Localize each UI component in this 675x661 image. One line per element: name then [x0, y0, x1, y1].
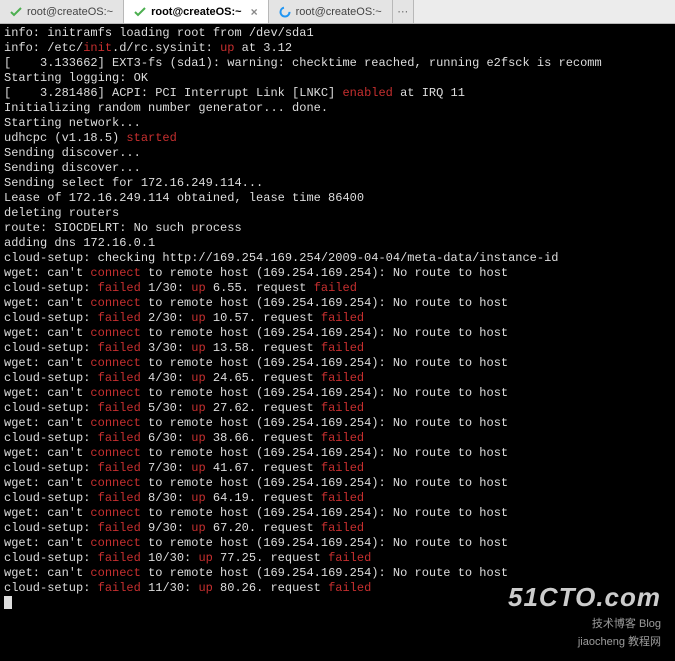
tab-0[interactable]: root@createOS:~ — [0, 0, 124, 23]
terminal-line: wget: can't connect to remote host (169.… — [4, 536, 671, 551]
terminal-line: wget: can't connect to remote host (169.… — [4, 266, 671, 281]
terminal-line: Starting logging: OK — [4, 71, 671, 86]
terminal-line: Lease of 172.16.249.114 obtained, lease … — [4, 191, 671, 206]
new-tab-button[interactable]: ⋯ — [393, 0, 414, 23]
tab-1[interactable]: root@createOS:~ × — [124, 0, 269, 23]
cursor-icon — [4, 596, 12, 609]
tab-bar: root@createOS:~ root@createOS:~ × root@c… — [0, 0, 675, 24]
terminal-line: deleting routers — [4, 206, 671, 221]
terminal-line: Sending discover... — [4, 161, 671, 176]
terminal-line: info: /etc/init.d/rc.sysinit: up at 3.12 — [4, 41, 671, 56]
terminal-line: cloud-setup: failed 2/30: up 10.57. requ… — [4, 311, 671, 326]
terminal-line: wget: can't connect to remote host (169.… — [4, 416, 671, 431]
terminal-line: Initializing random number generator... … — [4, 101, 671, 116]
terminal-line: udhcpc (v1.18.5) started — [4, 131, 671, 146]
terminal-line: wget: can't connect to remote host (169.… — [4, 356, 671, 371]
terminal-line: cloud-setup: failed 10/30: up 77.25. req… — [4, 551, 671, 566]
tab-label: root@createOS:~ — [27, 6, 113, 18]
terminal-line: [ 3.133662] EXT3-fs (sda1): warning: che… — [4, 56, 671, 71]
terminal-line: wget: can't connect to remote host (169.… — [4, 296, 671, 311]
terminal-line: wget: can't connect to remote host (169.… — [4, 326, 671, 341]
check-icon — [10, 6, 22, 18]
terminal-line: cloud-setup: failed 3/30: up 13.58. requ… — [4, 341, 671, 356]
terminal-line: wget: can't connect to remote host (169.… — [4, 566, 671, 581]
terminal-line: cloud-setup: failed 6/30: up 38.66. requ… — [4, 431, 671, 446]
terminal-output[interactable]: info: initramfs loading root from /dev/s… — [0, 24, 675, 661]
tab-label: root@createOS:~ — [151, 6, 242, 18]
terminal-line: wget: can't connect to remote host (169.… — [4, 506, 671, 521]
terminal-line — [4, 596, 671, 612]
ellipsis-icon: ⋯ — [397, 5, 408, 18]
terminal-line: wget: can't connect to remote host (169.… — [4, 476, 671, 491]
terminal-line: route: SIOCDELRT: No such process — [4, 221, 671, 236]
terminal-line: adding dns 172.16.0.1 — [4, 236, 671, 251]
terminal-line: cloud-setup: failed 11/30: up 80.26. req… — [4, 581, 671, 596]
terminal-line: cloud-setup: failed 8/30: up 64.19. requ… — [4, 491, 671, 506]
tab-2[interactable]: root@createOS:~ — [269, 0, 393, 23]
terminal-line: cloud-setup: failed 9/30: up 67.20. requ… — [4, 521, 671, 536]
spinner-icon — [279, 6, 291, 18]
terminal-line: Sending discover... — [4, 146, 671, 161]
tab-label: root@createOS:~ — [296, 6, 382, 18]
check-icon — [134, 6, 146, 18]
terminal-line: cloud-setup: failed 1/30: up 6.55. reque… — [4, 281, 671, 296]
terminal-line: cloud-setup: failed 5/30: up 27.62. requ… — [4, 401, 671, 416]
terminal-line: Starting network... — [4, 116, 671, 131]
terminal-line: [ 3.281486] ACPI: PCI Interrupt Link [LN… — [4, 86, 671, 101]
terminal-line: Sending select for 172.16.249.114... — [4, 176, 671, 191]
terminal-line: cloud-setup: failed 7/30: up 41.67. requ… — [4, 461, 671, 476]
terminal-line: wget: can't connect to remote host (169.… — [4, 386, 671, 401]
terminal-line: wget: can't connect to remote host (169.… — [4, 446, 671, 461]
terminal-line: info: initramfs loading root from /dev/s… — [4, 26, 671, 41]
close-icon[interactable]: × — [251, 5, 258, 19]
terminal-line: cloud-setup: checking http://169.254.169… — [4, 251, 671, 266]
terminal-line: cloud-setup: failed 4/30: up 24.65. requ… — [4, 371, 671, 386]
